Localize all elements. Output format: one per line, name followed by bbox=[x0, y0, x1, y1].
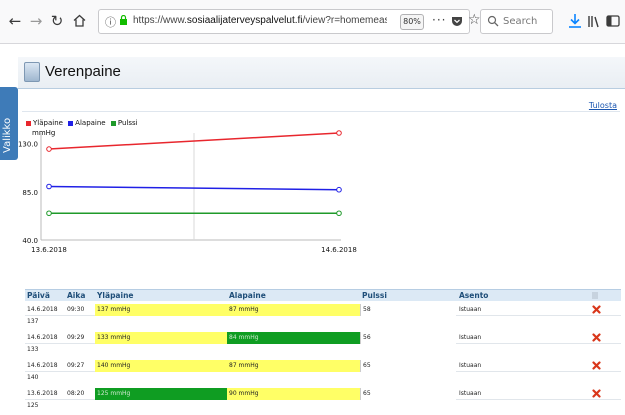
data-point bbox=[336, 130, 342, 136]
col-header-date[interactable]: Päivä bbox=[27, 291, 50, 300]
x-tick-label: 14.6.2018 bbox=[321, 246, 357, 254]
cell-time: 08:20 bbox=[67, 390, 85, 397]
cell-diastolic: 87 mmHg bbox=[227, 304, 360, 316]
pocket-icon[interactable] bbox=[451, 15, 463, 27]
y-tick-label: 130.0 bbox=[18, 141, 38, 149]
cell-pulse: 65 bbox=[360, 388, 456, 400]
search-input[interactable]: Search bbox=[480, 9, 553, 34]
delete-icon[interactable] bbox=[592, 389, 601, 398]
page-content: Valikko Verenpaine Tulosta Yläpaine Alap… bbox=[0, 45, 625, 411]
data-point bbox=[46, 146, 52, 152]
cell-time: 09:30 bbox=[67, 306, 85, 313]
cell-position: Istuaan bbox=[459, 390, 482, 397]
col-header-position[interactable]: Asento bbox=[459, 291, 488, 300]
cell-date: 13.6.2018 bbox=[27, 390, 58, 397]
forward-icon[interactable]: → bbox=[27, 11, 45, 31]
delete-icon[interactable] bbox=[592, 305, 601, 314]
cell-time: 09:27 bbox=[67, 362, 85, 369]
col-header-diastolic[interactable]: Alapaine bbox=[229, 291, 266, 300]
cell-diastolic: 87 mmHg bbox=[227, 360, 360, 372]
sidebar-toggle-icon[interactable] bbox=[605, 12, 621, 30]
back-icon[interactable]: ← bbox=[6, 11, 24, 31]
row-note: 137 bbox=[27, 318, 39, 325]
cell-date: 14.6.2018 bbox=[27, 306, 58, 313]
address-bar[interactable]: ⓘ https://www.sosiaalijaterveyspalvelut.… bbox=[98, 9, 481, 34]
download-icon[interactable] bbox=[567, 12, 583, 30]
library-icon[interactable] bbox=[586, 12, 602, 30]
bookmark-star-icon[interactable]: ☆ bbox=[468, 12, 481, 28]
browser-toolbar: ← → ↻ ⓘ https://www.sosiaalijaterveyspal… bbox=[0, 0, 625, 44]
row-note: 133 bbox=[27, 346, 39, 353]
y-tick-label: 85.0 bbox=[22, 189, 38, 197]
cell-diastolic: 90 mmHg bbox=[227, 388, 360, 400]
table-row: 14.6.2018 09:30 137 mmHg 87 mmHg 58 Istuaan 13… bbox=[25, 303, 621, 331]
row-note: 140 bbox=[27, 374, 39, 381]
lock-icon bbox=[120, 15, 127, 25]
delete-icon[interactable] bbox=[592, 361, 601, 370]
col-header-time[interactable]: Aika bbox=[67, 291, 85, 300]
cell-systolic: 137 mmHg bbox=[95, 304, 227, 316]
y-tick-label: 40.0 bbox=[22, 237, 38, 245]
search-icon bbox=[487, 15, 499, 27]
cell-systolic: 140 mmHg bbox=[95, 360, 227, 372]
url-text[interactable]: https://www.sosiaalijaterveyspalvelut.fi… bbox=[133, 15, 387, 26]
cell-date: 14.6.2018 bbox=[27, 334, 58, 341]
delete-icon[interactable] bbox=[592, 333, 601, 342]
reload-icon[interactable]: ↻ bbox=[48, 11, 66, 31]
search-placeholder: Search bbox=[503, 16, 538, 27]
info-icon[interactable]: ⓘ bbox=[105, 14, 116, 30]
cell-date: 14.6.2018 bbox=[27, 362, 58, 369]
home-icon[interactable] bbox=[70, 11, 88, 31]
col-header-systolic[interactable]: Yläpaine bbox=[97, 291, 134, 300]
cell-position: Istuaan bbox=[459, 306, 482, 313]
col-header-pulse[interactable]: Pulssi bbox=[362, 291, 387, 300]
cell-pulse: 58 bbox=[360, 304, 456, 316]
page-actions-icon[interactable]: ··· bbox=[432, 13, 446, 27]
cell-systolic: 125 mmHg bbox=[95, 388, 227, 400]
cell-time: 09:29 bbox=[67, 334, 85, 341]
cell-position: Istuaan bbox=[459, 362, 482, 369]
data-point bbox=[336, 210, 342, 217]
data-point bbox=[336, 186, 342, 193]
table-row: 14.6.2018 09:27 140 mmHg 87 mmHg 65 Istuaan 14… bbox=[25, 359, 621, 387]
x-tick-label: 13.6.2018 bbox=[31, 246, 67, 254]
cell-pulse: 56 bbox=[360, 332, 456, 344]
table-row: 14.6.2018 09:29 133 mmHg 84 mmHg 56 Istuaan 13… bbox=[25, 331, 621, 359]
zoom-indicator[interactable]: 80% bbox=[400, 14, 424, 30]
row-note: 125 bbox=[27, 402, 39, 409]
data-point bbox=[46, 210, 52, 217]
data-point bbox=[46, 183, 52, 190]
cell-pulse: 65 bbox=[360, 360, 456, 372]
cell-systolic: 133 mmHg bbox=[95, 332, 227, 344]
trash-header-icon bbox=[592, 292, 598, 299]
cell-position: Istuaan bbox=[459, 334, 482, 341]
blood-pressure-chart: 130.0 85.0 40.013.6.2018 14.6.2018 bbox=[18, 130, 357, 254]
table-header: Päivä Aika Yläpaine Alapaine Pulssi Asen… bbox=[25, 289, 621, 301]
cell-diastolic: 84 mmHg bbox=[227, 332, 360, 344]
